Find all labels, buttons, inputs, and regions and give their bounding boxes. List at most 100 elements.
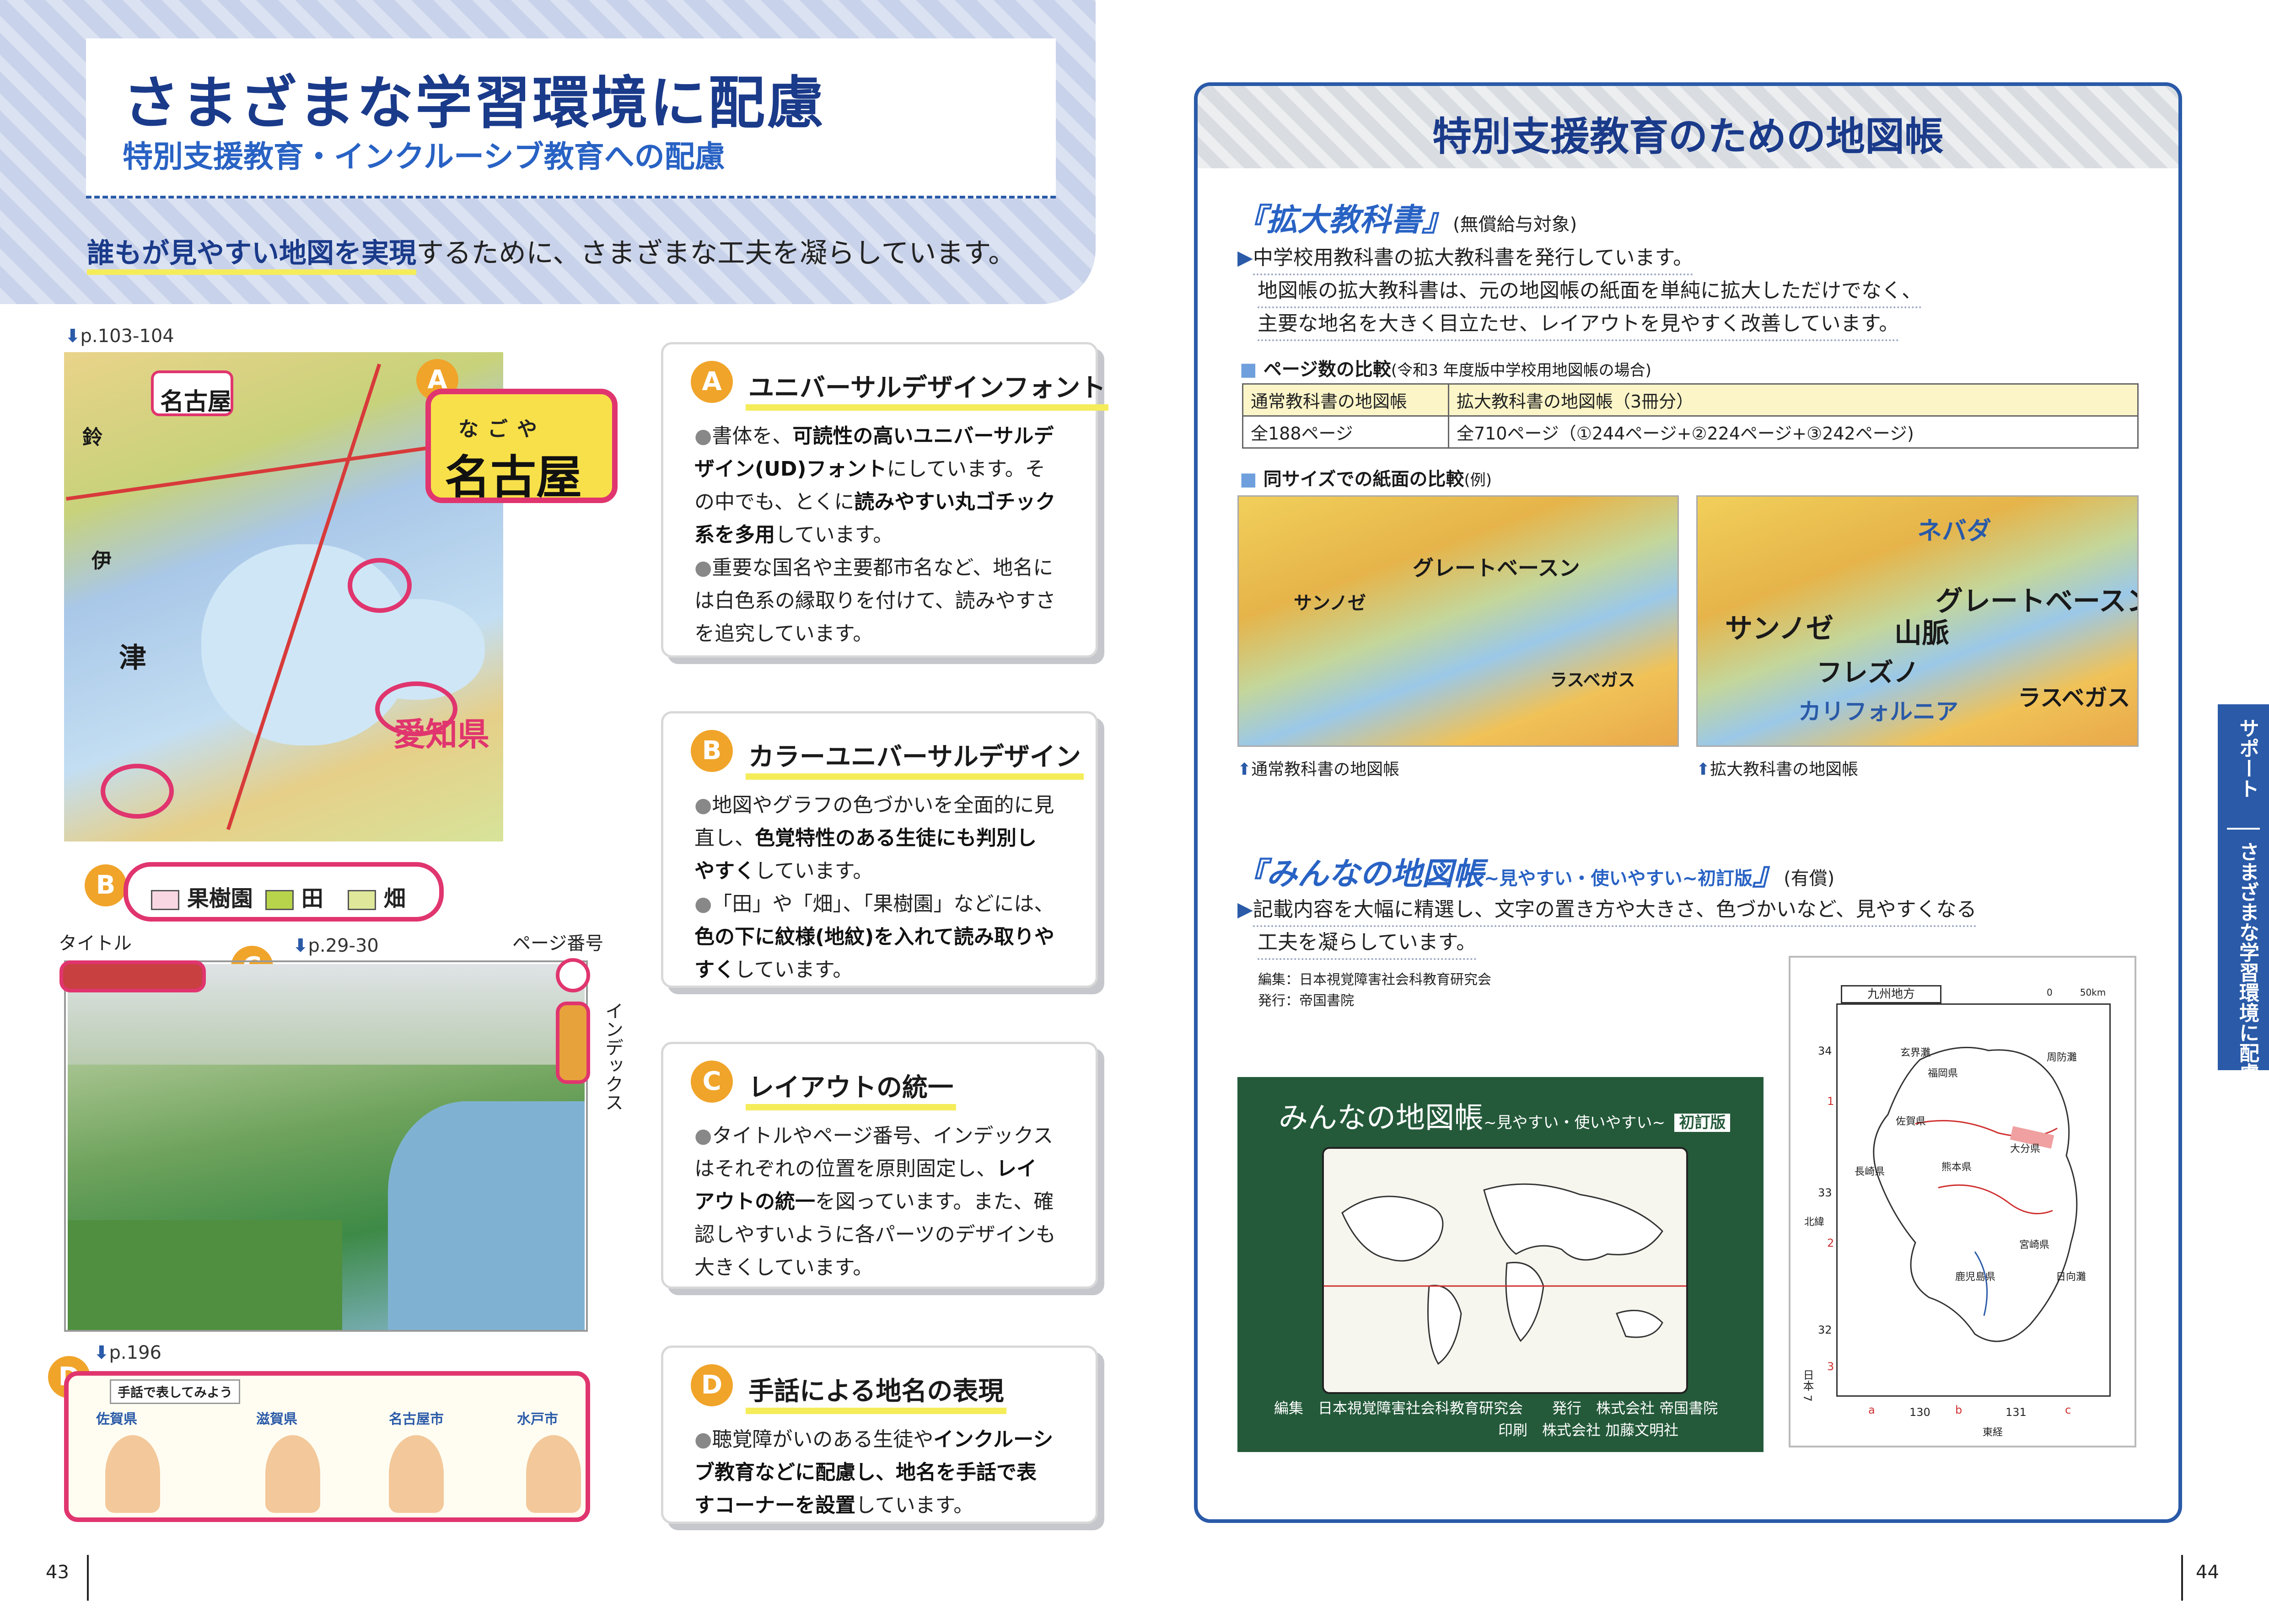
card-badge: C [691,1061,733,1103]
book-credits: 編集 日本視覚障害社会科教育研究会 発行 株式会社 帝国書院 印刷 株式会社 加… [1274,1399,1718,1439]
sign-language-excerpt: 手話で表してみよう 佐賀県 滋賀県 名古屋市 水戸市 [64,1371,590,1522]
sign-header: 手話で表してみよう [110,1379,241,1404]
table-cell: 全710ページ（①244ページ+②224ページ+③242ページ) [1448,415,2139,449]
sample-map-regular: グレートベースン サンノゼ ラスベガス [1237,495,1679,747]
caption-regular: ⬆通常教科書の地図帳 [1237,760,1400,779]
legend-item: 畑 [348,880,406,912]
down-arrow-icon: ⬇ [65,326,81,347]
card-title: レイアウトの統一 [746,1067,956,1110]
side-tab-divider [2227,828,2260,830]
sample-label: サンノゼ [1725,613,1833,645]
person-illustration [389,1435,444,1513]
page-title: さまざまな学習環境に配慮 [123,70,826,136]
feature-card-c: C レイアウトの統一 ●タイトルやページ番号、インデックスはそれぞれの位置を原則… [661,1042,1098,1289]
page-number-left: 43 [46,1562,69,1583]
sample-label: ラスベガス [1550,670,1635,690]
feature-card-a: A ユニバーサルデザインフォント ●書体を、可読性の高いユニバーサルデザイン(U… [661,342,1109,658]
legend-item: 果樹園 [151,880,253,912]
section-title-minna: 『みんなの地図帳~見やすい・使いやすい~初訂版』(有償) [1235,856,1835,892]
card-title: ユニバーサルデザインフォント [746,367,1109,411]
table-cell: 全188ページ [1242,415,1449,449]
table-cell: 拡大教科書の地図帳（3冊分） [1448,383,2139,417]
sample-label: グレートベースン [1936,585,2139,617]
feature-card-b: B カラーユニバーサルデザイン ●地図やグラフの色づかいを全面的に見直し、色覚特… [661,711,1098,988]
swatch-rice-field [265,890,294,910]
kyushu-place: 熊本県 [1941,1162,1972,1173]
page-number-right: 44 [2196,1562,2219,1583]
section-title-enlarged: 『拡大教科書』(無償給与対象) [1235,202,1577,238]
right-panel-header: 特別支援教育のための地図帳 [1198,86,2178,168]
right-panel-title: 特別支援教育のための地図帳 [1432,114,1944,160]
table-cell: 通常教科書の地図帳 [1242,383,1449,417]
kyushu-title: 九州地方 [1841,985,1941,1003]
highlight-circle [101,764,174,819]
table-row: 通常教科書の地図帳 拡大教科書の地図帳（3冊分） [1242,383,2139,417]
card-bullet: ●重要な国名や主要都市名など、地名には白色系の縁取りを付けて、読みやすさを追究し… [694,556,1056,645]
lat-label: 32 [1818,1324,1832,1336]
title-box: さまざまな学習環境に配慮 特別支援教育・インクルーシブ教育への配慮 [86,38,1056,198]
sample-label: グレートベースン [1413,556,1580,580]
sample-label: サンノゼ [1294,593,1366,614]
zoom-callout: なごや 名古屋 [425,389,618,503]
card-bullet: ●「田」や「畑」、「果樹園」などには、色の下に紋様(地紋)を入れて読み取りやすく… [694,892,1054,981]
zoom-city: 名古屋 [445,450,582,503]
world-outline [1324,1183,1686,1365]
sign-place-label: 名古屋市 [389,1411,444,1427]
up-arrow-icon: ⬆ [1237,760,1252,779]
card-bullet: ●聴覚障がいのある生徒やインクルーシブ教育などに配慮し、地名を手話で表すコーナー… [694,1428,1054,1517]
person-illustration [105,1435,160,1513]
city-label-frame: 名古屋 [151,370,233,416]
badge-b: B [85,864,127,906]
kyushu-scale: 0 50km [2047,987,2106,998]
page-subtitle: 特別支援教育・インクルーシブ教育への配慮 [123,139,725,174]
side-tab-label: サポート [2236,718,2259,799]
sample-label: フレズノ [1817,658,1919,688]
side-tab-text: さまざまな学習環境に配慮 [2236,841,2259,1083]
sample-map-enlarged: ネバダ グレートベースン サンノゼ フレズノ ラスベガス カリフォルニア 山脈 [1696,495,2139,747]
page-number-callout [556,958,590,992]
card-title: カラーユニバーサルデザイン [746,736,1084,780]
sign-place-label: 水戸市 [517,1411,558,1427]
index-callout [556,1002,590,1084]
kyushu-side-text: 日本 7 [1801,1369,1814,1402]
page-number-divider [2181,1555,2183,1601]
sign-place-label: 滋賀県 [256,1411,297,1427]
legend-box: 果樹園 田 畑 [124,862,444,922]
sample-label: 山脈 [1894,617,1949,649]
feature-card-d: D 手話による地名の表現 ●聴覚障がいのある生徒やインクルーシブ教育などに配慮し… [661,1345,1098,1524]
swatch-orchard [151,890,179,910]
book-title: みんなの地図帳~見やすい・使いやすい~ 初訂版 [1279,1094,1731,1136]
kyushu-place: 宮崎県 [2019,1239,2050,1251]
credits: 編集：日本視覚障害社会科教育研究会 発行：帝国書院 [1258,972,1491,1009]
place-label: 鈴 [82,426,102,449]
caption-enlarged: ⬆拡大教科書の地図帳 [1696,760,1859,779]
book-cover-world-map [1322,1147,1688,1394]
section-text: ▶記載内容を大幅に精選し、文字の置き方や大きさ、色づかいなど、見やすくなる 工夫… [1237,894,1977,960]
lead-rest: するために、さまざまな工夫を凝らしています。 [416,237,1016,269]
down-arrow-icon: ⬇ [94,1342,109,1363]
map2-frame [64,960,588,1332]
axis-east: 東経 [1983,1427,2003,1438]
lat-label: 34 [1818,1045,1832,1057]
lon-label: 130 [1909,1406,1930,1419]
lead-bold: 誰もが見やすい地図を実現 [87,237,416,275]
table-row: 全188ページ 全710ページ（①244ページ+②224ページ+③242ページ) [1242,415,2139,449]
lat-label: 33 [1818,1186,1832,1199]
section-text: ▶中学校用教科書の拡大教科書を発行しています。 地図帳の拡大教科書は、元の地図帳… [1237,242,1922,341]
axis-north: 北緯 [1804,1217,1825,1228]
subheading-size-compare: ■ 同サイズでの紙面の比較(例) [1240,469,1492,490]
kyushu-place: 長崎県 [1855,1166,1885,1178]
page-number-divider [87,1555,89,1601]
card-bullet: ●書体を、可読性の高いユニバーサルデザイン(UD)フォントにしています。その中で… [694,424,1056,547]
card-bullet: ●タイトルやページ番号、インデックスはそれぞれの位置を原則固定し、レイアウトの統… [694,1124,1056,1279]
sample-label: ラスベガス [2018,685,2130,711]
card-badge: A [691,361,733,403]
place-label: 伊 [91,549,112,573]
page-ref-sign: ⬇p.196 [94,1342,161,1363]
card-body: ●聴覚障がいのある生徒やインクルーシブ教育などに配慮し、地名を手話で表すコーナー… [694,1423,1056,1522]
sign-place-label: 佐賀県 [96,1411,137,1427]
subheading-page-compare: ■ ページ数の比較(令和3 年度版中学校用地図帳の場合) [1240,359,1651,380]
card-badge: B [691,730,733,772]
card-body: ●地図やグラフの色づかいを全面的に見直し、色覚特性のある生徒にも判別しやすくして… [694,789,1056,986]
down-arrow-icon: ⬇ [293,935,308,956]
